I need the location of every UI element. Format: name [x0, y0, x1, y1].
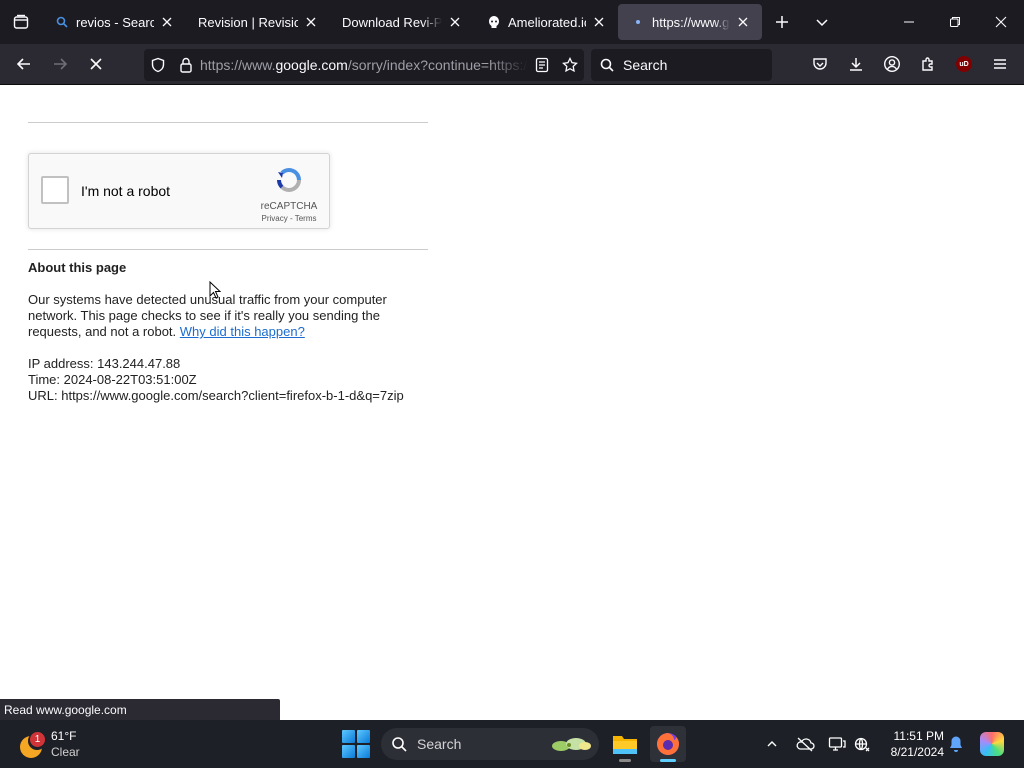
request-details: IP address: 143.244.47.88 Time: 2024-08-… [28, 356, 428, 404]
about-body: Our systems have detected unusual traffi… [28, 292, 428, 340]
copilot-icon[interactable] [980, 732, 1004, 756]
tab-label: Revision | Revision [198, 14, 298, 30]
recaptcha-checkbox[interactable] [41, 176, 69, 204]
onedrive-offline-icon[interactable] [793, 732, 817, 756]
tab-label: revios - Search [76, 14, 154, 30]
page-content: I'm not a robot reCAPTCHA Privacy - Term… [0, 85, 1024, 699]
folder-icon [613, 736, 637, 754]
link-separator: - [287, 214, 295, 223]
url-text[interactable]: https://www.google.com/sorry/index?conti… [200, 57, 528, 73]
notification-bell-icon[interactable] [944, 732, 968, 756]
request-url: URL: https://www.google.com/search?clien… [28, 388, 404, 403]
temperature: 61°F [51, 729, 77, 743]
recaptcha-logo-icon [277, 168, 301, 192]
forward-button[interactable] [42, 48, 78, 80]
close-icon[interactable] [158, 13, 176, 31]
address-bar[interactable]: https://www.google.com/sorry/index?conti… [144, 49, 584, 81]
close-icon[interactable] [734, 13, 752, 31]
recaptcha-widget: I'm not a robot reCAPTCHA Privacy - Term… [28, 153, 330, 229]
about-heading: About this page [28, 260, 127, 275]
ublock-origin-icon[interactable]: uD [946, 48, 982, 80]
privacy-link[interactable]: Privacy [262, 214, 288, 223]
system-clock[interactable]: 11:51 PM 8/21/2024 [880, 728, 944, 760]
loading-dot-icon [630, 14, 646, 30]
weather-widget[interactable]: 1 61°F Clear [16, 726, 96, 762]
terms-link[interactable]: Terms [295, 214, 317, 223]
ameliorated-icon [486, 14, 502, 30]
firefox-view-button[interactable] [0, 0, 42, 44]
pocket-button[interactable] [802, 48, 838, 80]
hamburger-menu-button[interactable] [982, 48, 1018, 80]
display-icon[interactable] [825, 732, 849, 756]
search-icon [591, 58, 623, 72]
weather-condition: Clear [51, 745, 80, 759]
close-icon[interactable] [302, 13, 320, 31]
firefox-app[interactable] [650, 726, 686, 762]
tab-strip: revios - Search Revision | Revision Down… [0, 0, 1024, 44]
about-section: About this page Our systems have detecte… [28, 260, 428, 404]
windows-taskbar: 1 61°F Clear Search 11:51 PM 8/21/2024 [0, 720, 1024, 768]
list-all-tabs-button[interactable] [802, 0, 842, 44]
search-bar[interactable]: Search [591, 49, 772, 81]
lock-icon[interactable] [172, 49, 200, 81]
stop-loading-button[interactable] [78, 48, 114, 80]
ip-address: IP address: 143.244.47.88 [28, 356, 181, 371]
divider [28, 122, 428, 123]
minimize-button[interactable] [886, 0, 932, 44]
clock-date: 8/21/2024 [890, 745, 944, 759]
search-placeholder: Search [623, 57, 668, 73]
network-globe-icon[interactable] [850, 732, 874, 756]
close-icon[interactable] [590, 13, 608, 31]
extensions-button[interactable] [910, 48, 946, 80]
close-window-button[interactable] [978, 0, 1024, 44]
recaptcha-brand: reCAPTCHA [260, 201, 318, 212]
request-time: Time: 2024-08-22T03:51:00Z [28, 372, 197, 387]
tab-label: Ameliorated.io [508, 14, 586, 30]
bookmark-star-icon[interactable] [556, 49, 584, 81]
navigation-toolbar: https://www.google.com/sorry/index?conti… [0, 44, 1024, 85]
url-prefix: https://www. [200, 57, 276, 73]
tab-label: https://www.google.com [652, 14, 730, 30]
firefox-icon [657, 733, 679, 755]
reader-view-icon[interactable] [528, 49, 556, 81]
notification-badge: 1 [30, 732, 45, 747]
url-host: google.com [275, 57, 348, 73]
tab-google-active[interactable]: https://www.google.com [618, 4, 762, 40]
tracking-protection-shield-icon[interactable] [144, 49, 172, 81]
why-did-this-happen-link[interactable]: Why did this happen? [180, 324, 305, 339]
tab-ameliorated[interactable]: Ameliorated.io [474, 0, 618, 44]
taskbar-search-placeholder: Search [417, 736, 462, 752]
start-button[interactable] [342, 730, 370, 758]
back-button[interactable] [6, 48, 42, 80]
url-path: /sorry/index?continue=https://www.google… [347, 57, 528, 73]
status-bar: Read www.google.com [0, 699, 280, 720]
tab-download-revi[interactable]: Download Revi-PB-2 [330, 0, 474, 44]
tab-revios-search[interactable]: revios - Search [42, 0, 186, 44]
recaptcha-label: I'm not a robot [81, 183, 171, 199]
show-hidden-icons-chevron-up-icon[interactable] [760, 732, 784, 756]
close-icon[interactable] [446, 13, 464, 31]
search-icon [54, 14, 70, 30]
file-explorer-app[interactable] [607, 726, 643, 762]
account-button[interactable] [874, 48, 910, 80]
tab-label: Download Revi-PB-2 [342, 14, 442, 30]
tab-revision[interactable]: Revision | Revision [186, 0, 330, 44]
clock-time: 11:51 PM [893, 729, 944, 743]
restore-button[interactable] [932, 0, 978, 44]
taskbar-search[interactable]: Search [381, 728, 599, 760]
divider [28, 249, 428, 250]
new-tab-button[interactable] [762, 0, 802, 44]
downloads-button[interactable] [838, 48, 874, 80]
search-icon [381, 736, 417, 752]
search-highlight-icon [552, 738, 591, 751]
mouse-cursor-icon [209, 281, 221, 299]
recaptcha-links: Privacy - Terms [254, 214, 324, 223]
